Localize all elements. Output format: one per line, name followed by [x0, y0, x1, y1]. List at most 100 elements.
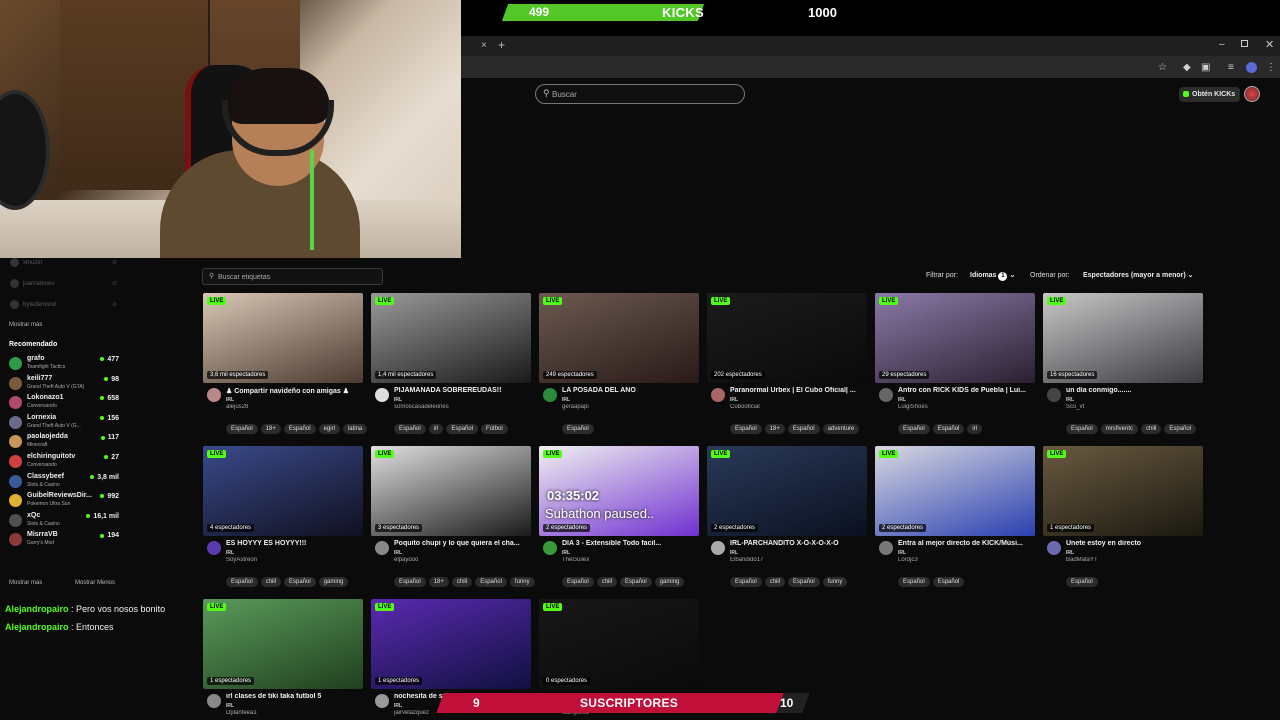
- maximize-icon[interactable]: [1241, 40, 1248, 47]
- stream-tag[interactable]: mrsfiventc: [1100, 424, 1139, 434]
- stream-tag[interactable]: Español: [932, 424, 965, 434]
- recommended-channel[interactable]: Lokonazo1 Conversando 658: [9, 393, 121, 413]
- stream-tag[interactable]: 18+: [260, 424, 281, 434]
- stream-thumbnail[interactable]: LIVE 1 espectadores: [1043, 446, 1203, 536]
- stream-card[interactable]: LIVE 202 espectadores Paranormal Urbex | E…: [707, 293, 867, 434]
- streamer-name[interactable]: Elbandido17: [730, 557, 865, 563]
- recommended-channel[interactable]: GuibelReviewsDir... Pokemon Ultra Sun 992: [9, 491, 121, 511]
- stream-tag[interactable]: Español: [283, 424, 316, 434]
- stream-category[interactable]: IRL: [226, 550, 234, 556]
- stream-thumbnail[interactable]: LIVE 2 espectadores: [707, 446, 867, 536]
- stream-thumbnail[interactable]: LIVE 0 espectadores: [539, 599, 699, 689]
- stream-thumbnail[interactable]: LIVE 29 espectadores: [875, 293, 1035, 383]
- stream-card[interactable]: LIVE 1 espectadores Unete estoy en directo…: [1043, 446, 1203, 587]
- stream-card[interactable]: LIVE 3 espectadores Poquito chupi y lo que…: [371, 446, 535, 587]
- tag-search-box[interactable]: ⚲: [202, 268, 383, 285]
- stream-card[interactable]: LIVE 249 espectadores LA POSADA DEL AÑO IRL…: [539, 293, 699, 434]
- stream-card[interactable]: LIVE 1 espectadores irl clases de tiki tak…: [203, 599, 363, 720]
- stream-title[interactable]: IRL-PARCHANDITO X-O-X-O-X-O: [730, 540, 865, 547]
- stream-title[interactable]: LA POSADA DEL AÑO: [562, 387, 697, 394]
- streamer-avatar[interactable]: [711, 541, 725, 555]
- stream-tag[interactable]: adventure: [822, 424, 860, 434]
- extension-icon[interactable]: ◆: [1183, 62, 1191, 73]
- stream-thumbnail[interactable]: LIVE 16 espectadores: [1043, 293, 1203, 383]
- streamer-avatar[interactable]: [543, 388, 557, 402]
- recommended-channel[interactable]: grafo Teamfight Tactics 477: [9, 354, 121, 374]
- streamer-avatar[interactable]: [879, 388, 893, 402]
- streamer-name[interactable]: BadMataYT: [1066, 557, 1201, 563]
- streamer-avatar[interactable]: [207, 694, 221, 708]
- streamer-avatar[interactable]: [879, 541, 893, 555]
- streamer-avatar[interactable]: [207, 541, 221, 555]
- stream-tag[interactable]: Español: [562, 424, 594, 434]
- show-more-link[interactable]: Mostrar más: [9, 580, 42, 586]
- stream-card[interactable]: LIVE 4 espectadores ES HOYYY ES HOYYY!!! IR…: [203, 446, 363, 587]
- stream-category[interactable]: IRL: [226, 703, 234, 709]
- stream-thumbnail[interactable]: LIVE 4 espectadores: [203, 446, 363, 536]
- recommended-channel[interactable]: elchiringuitotv Conversando 27: [9, 452, 121, 472]
- stream-tag[interactable]: Español: [1066, 424, 1098, 434]
- stream-thumbnail[interactable]: LIVE 2 espectadores: [875, 446, 1035, 536]
- streamer-avatar[interactable]: [543, 541, 557, 555]
- stream-card[interactable]: LIVE 29 espectadores Antro con RICK KIDS d…: [875, 293, 1035, 434]
- stream-tag[interactable]: Español: [898, 577, 930, 587]
- media-icon[interactable]: ≡: [1228, 62, 1234, 73]
- stream-tag[interactable]: 18+: [764, 424, 785, 434]
- stream-tag[interactable]: Español: [562, 577, 594, 587]
- stream-thumbnail[interactable]: LIVE 1 espectadores: [371, 599, 531, 689]
- stream-tag[interactable]: Español: [226, 424, 258, 434]
- stream-tag[interactable]: Español: [284, 577, 316, 587]
- stream-title[interactable]: Paranormal Urbex | El Cubo Oficial| ...: [730, 387, 865, 394]
- stream-category[interactable]: IRL: [394, 703, 402, 709]
- stream-tag[interactable]: latina: [342, 424, 368, 434]
- stream-tag[interactable]: Español: [394, 424, 426, 434]
- stream-tag[interactable]: Español: [932, 577, 965, 587]
- stream-card[interactable]: LIVE 2 espectadores Entra al mejor directo…: [875, 446, 1035, 587]
- stream-title[interactable]: Unete estoy en directo: [1066, 540, 1201, 547]
- stream-tag[interactable]: chill: [596, 577, 618, 587]
- search-box[interactable]: ⚲: [535, 84, 745, 104]
- stream-title[interactable]: un día conmigo.......: [1066, 387, 1201, 394]
- new-tab-icon[interactable]: +: [498, 38, 505, 52]
- streamer-avatar[interactable]: [375, 694, 389, 708]
- stream-category[interactable]: IRL: [562, 550, 570, 556]
- tag-search-input[interactable]: [218, 271, 378, 283]
- stream-category[interactable]: IRL: [898, 550, 906, 556]
- stream-category[interactable]: IRL: [394, 550, 402, 556]
- stream-tag[interactable]: Español: [620, 577, 652, 587]
- bookmark-star-icon[interactable]: ☆: [1158, 62, 1167, 73]
- streamer-name[interactable]: TheGuilex: [562, 557, 697, 563]
- stream-thumbnail[interactable]: LIVE 1 espectadores: [203, 599, 363, 689]
- streamer-name[interactable]: Dplanteea1: [226, 710, 361, 716]
- stream-card[interactable]: LIVE 16 espectadores un día conmigo.......…: [1043, 293, 1203, 434]
- stream-tag[interactable]: Español: [475, 577, 507, 587]
- streamer-avatar[interactable]: [1047, 541, 1061, 555]
- stream-tag[interactable]: Fútbol: [481, 424, 508, 434]
- streamer-name[interactable]: elpayooo: [394, 557, 529, 563]
- sort-dropdown[interactable]: Espectadores (mayor a menor) ⌄: [1083, 271, 1194, 279]
- stream-tag[interactable]: Español: [1164, 424, 1197, 434]
- stream-category[interactable]: IRL: [898, 397, 906, 403]
- stream-tag[interactable]: Español: [730, 424, 762, 434]
- followed-channel[interactable]: juanramoev ⊘: [10, 279, 117, 288]
- streamer-avatar[interactable]: [375, 388, 389, 402]
- show-less-link[interactable]: Mostrar Menos: [75, 580, 115, 586]
- streamer-name[interactable]: LuigiShoes: [898, 404, 1033, 410]
- stream-title[interactable]: Entra al mejor directo de KICK/Músi...: [898, 540, 1033, 547]
- show-more-link[interactable]: Mostrar más: [9, 322, 42, 328]
- stream-category[interactable]: IRL: [730, 397, 738, 403]
- recommended-channel[interactable]: Lornexia Grand Theft Auto V (G... 156: [9, 413, 121, 433]
- streamer-name[interactable]: Lordjc3: [898, 557, 1033, 563]
- stream-card[interactable]: LIVE 2 espectadores IRL-PARCHANDITO X-O-X-…: [707, 446, 867, 587]
- stream-category[interactable]: IRL: [1066, 550, 1074, 556]
- stream-tag[interactable]: Español: [730, 577, 762, 587]
- followed-channel[interactable]: bytedemond ⊘: [10, 300, 117, 309]
- stream-tag[interactable]: Español: [787, 424, 820, 434]
- stream-tag[interactable]: Español: [226, 577, 258, 587]
- streamer-avatar[interactable]: [1047, 388, 1061, 402]
- user-avatar[interactable]: [1244, 86, 1260, 102]
- stream-thumbnail[interactable]: LIVE 03:35:02 Subathon paused.. 2 espectado…: [539, 446, 699, 536]
- streamer-name[interactable]: alejus28: [226, 404, 361, 410]
- stream-title[interactable]: PIJAMANADA SOBREREUDAS!!: [394, 387, 529, 394]
- stream-tag[interactable]: egirl: [318, 424, 340, 434]
